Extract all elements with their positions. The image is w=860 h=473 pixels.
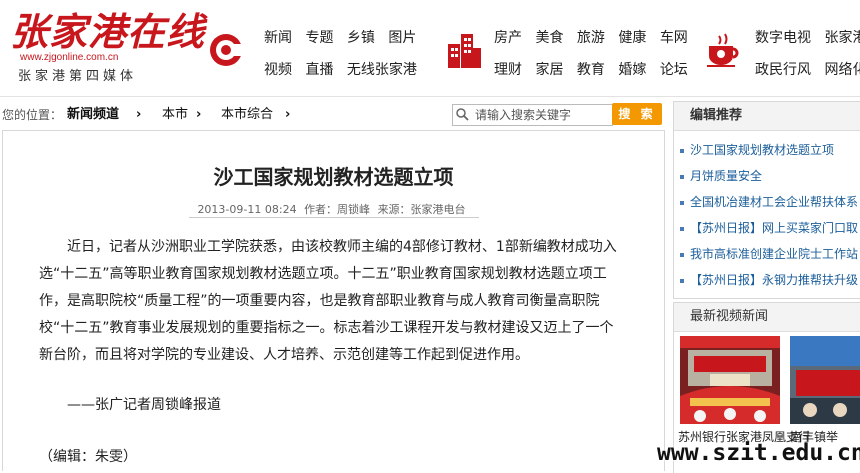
search-input[interactable]: 请输入搜索关键字 bbox=[452, 104, 613, 126]
nav-link-wireless[interactable]: 无线张家港 bbox=[347, 62, 417, 78]
article-panel: 沙工国家规划教材选题立项 2013-09-11 08:24 作者：周锁峰 来源：… bbox=[2, 130, 665, 471]
article-date: 2013-09-11 08:24 bbox=[197, 203, 297, 216]
list-item-label: 全国机冶建材工会企业帮扶体系 bbox=[690, 195, 859, 209]
editor-picks-panel: 编辑推荐 沙工国家规划教材选题立项 月饼质量安全 全国机冶建材工会企业帮扶体系 … bbox=[673, 101, 860, 299]
bullet-icon bbox=[680, 148, 684, 153]
editor-picks-list: 沙工国家规划教材选题立项 月饼质量安全 全国机冶建材工会企业帮扶体系 【苏州日报… bbox=[674, 131, 860, 293]
article-byline: ——张广记者周锁峰报道 bbox=[67, 397, 221, 413]
nav-link-home[interactable]: 家居 bbox=[535, 62, 563, 78]
list-item-label: 【苏州日报】网上买菜家门口取 bbox=[690, 221, 859, 235]
list-item-label: 我市高标准创建企业院士工作站 bbox=[690, 247, 859, 261]
nav-link-finance[interactable]: 理财 bbox=[494, 62, 522, 78]
coffee-cup-icon bbox=[707, 33, 739, 67]
list-item[interactable]: 【苏州日报】网上买菜家门口取 bbox=[680, 215, 860, 241]
article-paragraph: 近日，记者从沙洲职业工学院获悉，由该校教师主编的4部修订教材、1部新编教材成功入… bbox=[39, 239, 617, 363]
list-item-label: 月饼质量安全 bbox=[690, 169, 763, 183]
bullet-icon bbox=[680, 200, 684, 205]
list-item[interactable]: 月饼质量安全 bbox=[680, 163, 860, 189]
nav-link-wedding[interactable]: 婚嫁 bbox=[618, 62, 646, 78]
site-logo[interactable]: 张家港在线 www.zjgonline.com.cn 张家港第四媒体 bbox=[10, 9, 206, 85]
list-item[interactable]: 沙工国家规划教材选题立项 bbox=[680, 137, 860, 163]
search-button[interactable]: 搜 索 bbox=[612, 103, 662, 125]
nav-group-news: 新闻 专题 乡镇 图片 视频 直播 无线张家港 bbox=[264, 26, 426, 90]
breadcrumb-prefix: 您的位置： bbox=[2, 108, 63, 122]
c-logo-icon bbox=[210, 34, 244, 66]
nav-link-network[interactable]: 网络化 bbox=[824, 62, 860, 78]
editor-picks-title: 编辑推荐 bbox=[674, 102, 860, 131]
article-source: 来源：张家港电台 bbox=[377, 203, 466, 216]
list-item-label: 【苏州日报】永钢力推帮扶升级 bbox=[690, 273, 859, 287]
nav-link-travel[interactable]: 旅游 bbox=[577, 30, 605, 46]
header-divider bbox=[0, 96, 860, 97]
video-thumbnail[interactable] bbox=[790, 336, 860, 424]
video-thumbnail[interactable] bbox=[680, 336, 780, 424]
list-item[interactable]: 我市高标准创建企业院士工作站 bbox=[680, 241, 860, 267]
nav-group-life: 房产 美食 旅游 健康 车网 理财 家居 教育 婚嫁 论坛 bbox=[494, 26, 697, 90]
search-placeholder: 请输入搜索关键字 bbox=[475, 108, 572, 122]
breadcrumb-news-channel[interactable]: 新闻频道 bbox=[67, 101, 119, 129]
chevron-right-icon: › bbox=[285, 107, 291, 122]
chevron-right-icon: › bbox=[136, 107, 142, 122]
buildings-icon bbox=[448, 34, 481, 68]
site-header: 张家港在线 www.zjgonline.com.cn 张家港第四媒体 新闻 专题… bbox=[0, 0, 860, 98]
nav-link-news[interactable]: 新闻 bbox=[264, 30, 292, 46]
article-title: 沙工国家规划教材选题立项 bbox=[213, 165, 454, 189]
logo-tagline: 张家港第四媒体 bbox=[18, 69, 138, 84]
breadcrumb-city[interactable]: 本市 bbox=[162, 101, 188, 129]
nav-link-topics[interactable]: 专题 bbox=[305, 30, 333, 46]
nav-link-realestate[interactable]: 房产 bbox=[494, 30, 522, 46]
nav-group-services: 数字电视 张家港 政民行风 网络化 bbox=[755, 26, 860, 90]
nav-link-zjg[interactable]: 张家港 bbox=[824, 30, 860, 46]
article-editor: （编辑：朱雯） bbox=[39, 449, 137, 465]
bullet-icon bbox=[680, 278, 684, 283]
site-watermark: www.szit.edu.cn bbox=[657, 440, 860, 466]
bullet-icon bbox=[680, 252, 684, 257]
search-icon bbox=[456, 108, 469, 121]
list-item[interactable]: 全国机冶建材工会企业帮扶体系 bbox=[680, 189, 860, 215]
list-item[interactable]: 【苏州日报】永钢力推帮扶升级 bbox=[680, 267, 860, 293]
nav-link-live[interactable]: 直播 bbox=[305, 62, 333, 78]
nav-link-digital-tv[interactable]: 数字电视 bbox=[755, 30, 811, 46]
nav-link-gov-style[interactable]: 政民行风 bbox=[755, 62, 811, 78]
nav-link-video[interactable]: 视频 bbox=[264, 62, 292, 78]
meta-divider bbox=[189, 217, 479, 218]
article-meta: 2013-09-11 08:24 作者：周锁峰 来源：张家港电台 bbox=[3, 201, 664, 217]
breadcrumb-city-general[interactable]: 本市综合 bbox=[221, 101, 273, 129]
chevron-right-icon: › bbox=[196, 107, 202, 122]
article-author: 作者：周锁峰 bbox=[304, 203, 371, 216]
nav-link-cars[interactable]: 车网 bbox=[660, 30, 688, 46]
nav-link-photos[interactable]: 图片 bbox=[388, 30, 416, 46]
logo-title: 张家港在线 bbox=[10, 9, 206, 54]
nav-link-education[interactable]: 教育 bbox=[577, 62, 605, 78]
article-body: 近日，记者从沙洲职业工学院获悉，由该校教师主编的4部修订教材、1部新编教材成功入… bbox=[39, 234, 627, 369]
nav-link-towns[interactable]: 乡镇 bbox=[347, 30, 375, 46]
nav-link-forum[interactable]: 论坛 bbox=[660, 62, 688, 78]
bullet-icon bbox=[680, 174, 684, 179]
bullet-icon bbox=[680, 226, 684, 231]
nav-link-food[interactable]: 美食 bbox=[535, 30, 563, 46]
latest-videos-title: 最新视频新闻 bbox=[674, 303, 860, 332]
nav-link-health[interactable]: 健康 bbox=[618, 30, 646, 46]
list-item-label: 沙工国家规划教材选题立项 bbox=[690, 143, 835, 157]
